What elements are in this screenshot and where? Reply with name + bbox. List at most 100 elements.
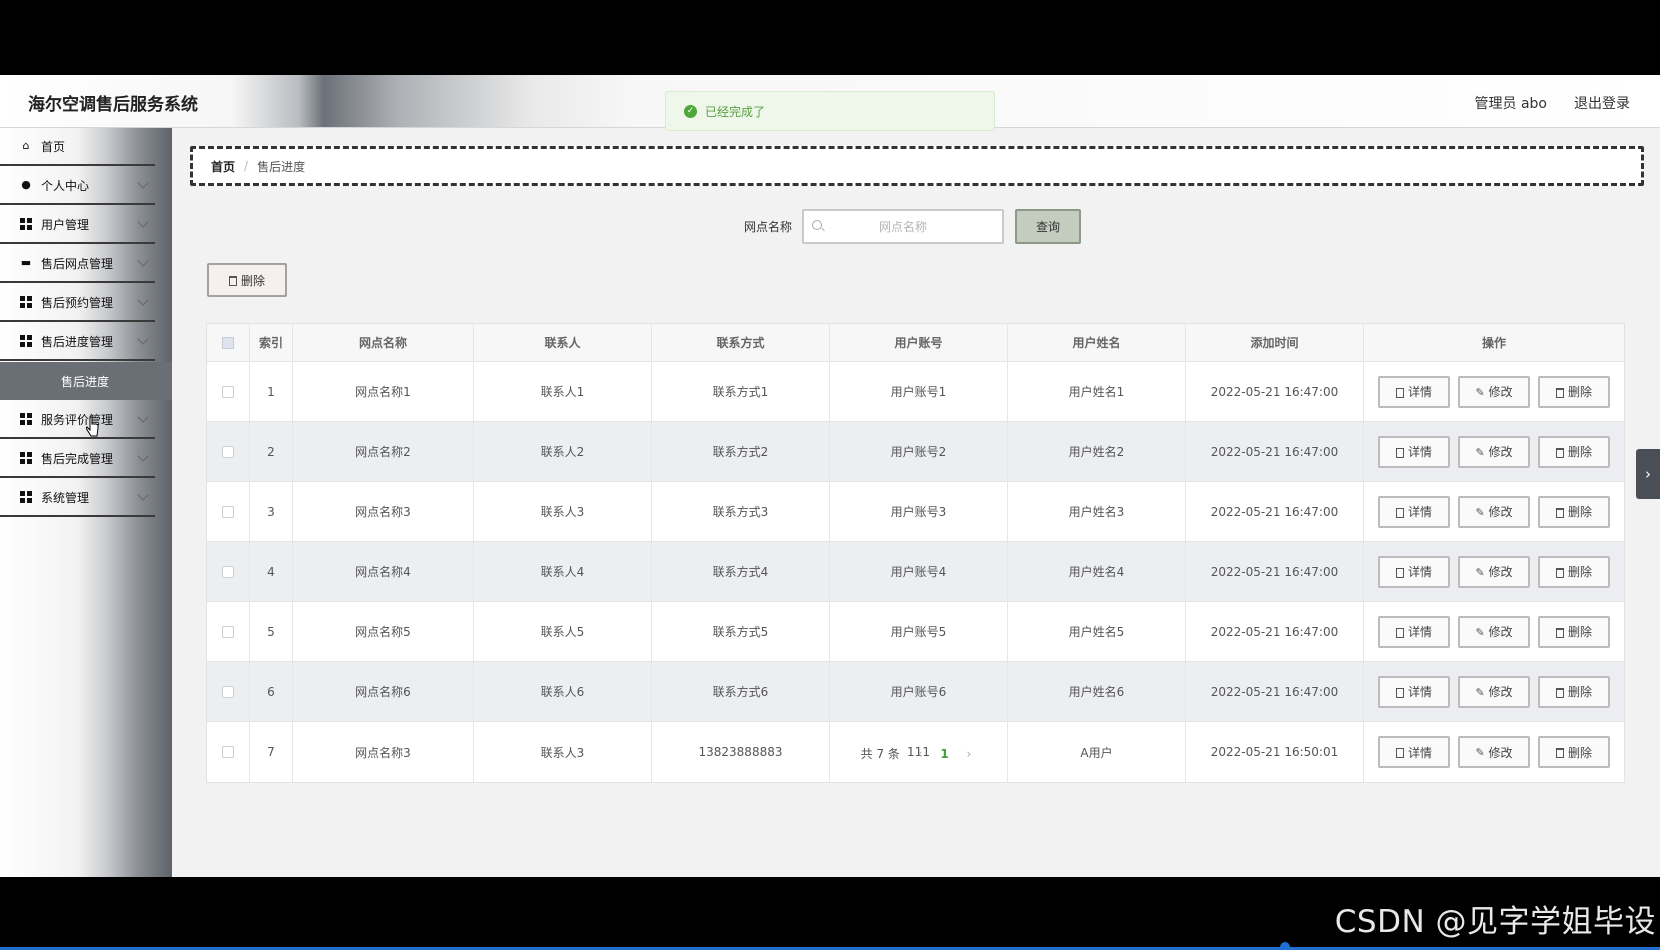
row-checkbox[interactable]: [222, 565, 234, 578]
action-label: 修改: [1488, 625, 1513, 639]
delete-button[interactable]: 删除: [1538, 435, 1610, 468]
sidebar-item-appointments[interactable]: 售后预约管理: [0, 284, 155, 322]
next-page-button[interactable]: ›: [967, 747, 972, 761]
chevron-down-icon: [137, 177, 149, 189]
table-cell: 2022-05-21 16:47:00: [1186, 362, 1364, 421]
pencil-icon: ✎: [1475, 445, 1485, 459]
chevron-down-icon: [137, 333, 149, 345]
table-cell: 2022-05-21 16:47:00: [1186, 662, 1364, 721]
pagination: 共 7 条 ‹ 1 ›: [172, 745, 1660, 762]
table-cell: 2: [250, 422, 293, 481]
detail-button[interactable]: 详情: [1378, 615, 1450, 648]
sidebar-item-progress[interactable]: 售后进度管理: [0, 323, 155, 361]
column-header: 用户姓名: [1008, 324, 1186, 361]
breadcrumb-home-link[interactable]: 首页: [211, 158, 235, 175]
success-toast: ✓ 已经完成了: [665, 91, 995, 131]
breadcrumb-separator: /: [244, 159, 249, 173]
chevron-right-icon[interactable]: ›: [1636, 449, 1660, 499]
table-cell: 联系方式4: [652, 542, 830, 601]
trash-icon: [1555, 387, 1564, 398]
user-icon: ●: [21, 178, 31, 191]
check-circle-icon: ✓: [684, 104, 697, 118]
table-cell: 用户姓名5: [1008, 602, 1186, 661]
delete-button[interactable]: 删除: [1538, 375, 1610, 408]
sidebar-item-service-points[interactable]: ▬ 售后网点管理: [0, 245, 155, 283]
trash-icon: [1555, 687, 1564, 698]
app-window: 海尔空调售后服务系统 管理员 abo 退出登录 ✓ 已经完成了 ⌂ 首页 ● 个…: [0, 75, 1660, 877]
action-label: 删除: [1567, 505, 1592, 519]
action-label: 详情: [1407, 685, 1432, 699]
table-cell: 3: [250, 482, 293, 541]
table-cell: 网点名称5: [293, 602, 474, 661]
grid-icon: [20, 296, 32, 308]
action-label: 修改: [1488, 385, 1513, 399]
action-label: 详情: [1407, 445, 1432, 459]
row-select-cell: [207, 542, 250, 601]
table-cell: 用户账号6: [830, 662, 1008, 721]
search-field[interactable]: [802, 209, 1004, 244]
action-label: 修改: [1488, 505, 1513, 519]
sidebar-item-home[interactable]: ⌂ 首页: [0, 128, 155, 166]
delete-button[interactable]: 删除: [1538, 675, 1610, 708]
detail-button[interactable]: 详情: [1378, 675, 1450, 708]
trash-icon: [1555, 567, 1564, 578]
edit-button[interactable]: ✎ 修改: [1458, 615, 1530, 648]
sidebar-item-users[interactable]: 用户管理: [0, 206, 155, 244]
table-cell: 联系方式1: [652, 362, 830, 421]
row-checkbox[interactable]: [222, 505, 234, 518]
grid-icon: [20, 335, 32, 347]
row-checkbox[interactable]: [222, 385, 234, 398]
current-user-label: 管理员 abo: [1474, 96, 1547, 112]
toast-message: 已经完成了: [705, 104, 766, 119]
table-cell: 用户账号5: [830, 602, 1008, 661]
search-input[interactable]: [804, 211, 1002, 242]
sidebar-item-label: 售后进度管理: [41, 334, 114, 349]
row-checkbox[interactable]: [222, 685, 234, 698]
table-cell: 2022-05-21 16:47:00: [1186, 542, 1364, 601]
detail-button[interactable]: 详情: [1378, 555, 1450, 588]
document-icon: [1395, 687, 1404, 698]
sidebar-item-system[interactable]: 系统管理: [0, 479, 155, 517]
edit-button[interactable]: ✎ 修改: [1458, 375, 1530, 408]
edit-button[interactable]: ✎ 修改: [1458, 435, 1530, 468]
app-title: 海尔空调售后服务系统: [28, 95, 198, 115]
table-cell: 联系方式5: [652, 602, 830, 661]
sidebar-subitem-progress[interactable]: 售后进度: [0, 362, 172, 400]
row-checkbox[interactable]: [222, 445, 234, 458]
breadcrumb-current: 售后进度: [257, 159, 306, 174]
delete-button[interactable]: 删除: [1538, 555, 1610, 588]
sidebar-item-reviews[interactable]: 服务评价管理: [0, 401, 155, 439]
logout-link[interactable]: 退出登录: [1574, 93, 1630, 113]
row-checkbox[interactable]: [222, 625, 234, 638]
table-cell: 网点名称2: [293, 422, 474, 481]
prev-page-button[interactable]: ‹: [918, 747, 923, 761]
table-cell: 联系人5: [474, 602, 652, 661]
delete-button[interactable]: 删除: [1538, 615, 1610, 648]
select-all-checkbox[interactable]: [222, 336, 234, 349]
edit-button[interactable]: ✎ 修改: [1458, 495, 1530, 528]
column-header: 联系方式: [652, 324, 830, 361]
detail-button[interactable]: 详情: [1378, 495, 1450, 528]
table-body: 1 网点名称1 联系人1 联系方式1 用户账号1 用户姓名1 2022-05-21 16:4…: [207, 362, 1624, 782]
table-cell: 用户账号3: [830, 482, 1008, 541]
grid-icon: [20, 452, 32, 464]
table-cell: 5: [250, 602, 293, 661]
data-table: 索引 网点名称 联系人 联系方式 用户账号 用户姓名 添加时间 操作 1 网点名称…: [206, 323, 1625, 783]
video-progress-handle[interactable]: [1280, 942, 1290, 950]
row-actions: 详情 ✎ 修改 删除: [1364, 482, 1624, 541]
delete-button[interactable]: 删除: [1538, 495, 1610, 528]
video-top-letterbox: [0, 0, 1660, 75]
action-label: 详情: [1407, 565, 1432, 579]
sidebar-item-profile[interactable]: ● 个人中心: [0, 167, 155, 205]
detail-button[interactable]: 详情: [1378, 375, 1450, 408]
edit-button[interactable]: ✎ 修改: [1458, 555, 1530, 588]
edit-button[interactable]: ✎ 修改: [1458, 675, 1530, 708]
table-row: 5 网点名称5 联系人5 联系方式5 用户账号5 用户姓名5 2022-05-21 16:4…: [207, 602, 1624, 662]
batch-delete-button[interactable]: 删除: [207, 263, 287, 297]
query-button[interactable]: 查询: [1015, 209, 1081, 244]
page-number-current[interactable]: 1: [940, 747, 948, 761]
sidebar-item-completion[interactable]: 售后完成管理: [0, 440, 155, 478]
detail-button[interactable]: 详情: [1378, 435, 1450, 468]
sidebar: ⌂ 首页 ● 个人中心 用户管理 ▬ 售后网点管理 售后预约管理 售后进度管理: [0, 128, 172, 877]
column-header: 网点名称: [293, 324, 474, 361]
